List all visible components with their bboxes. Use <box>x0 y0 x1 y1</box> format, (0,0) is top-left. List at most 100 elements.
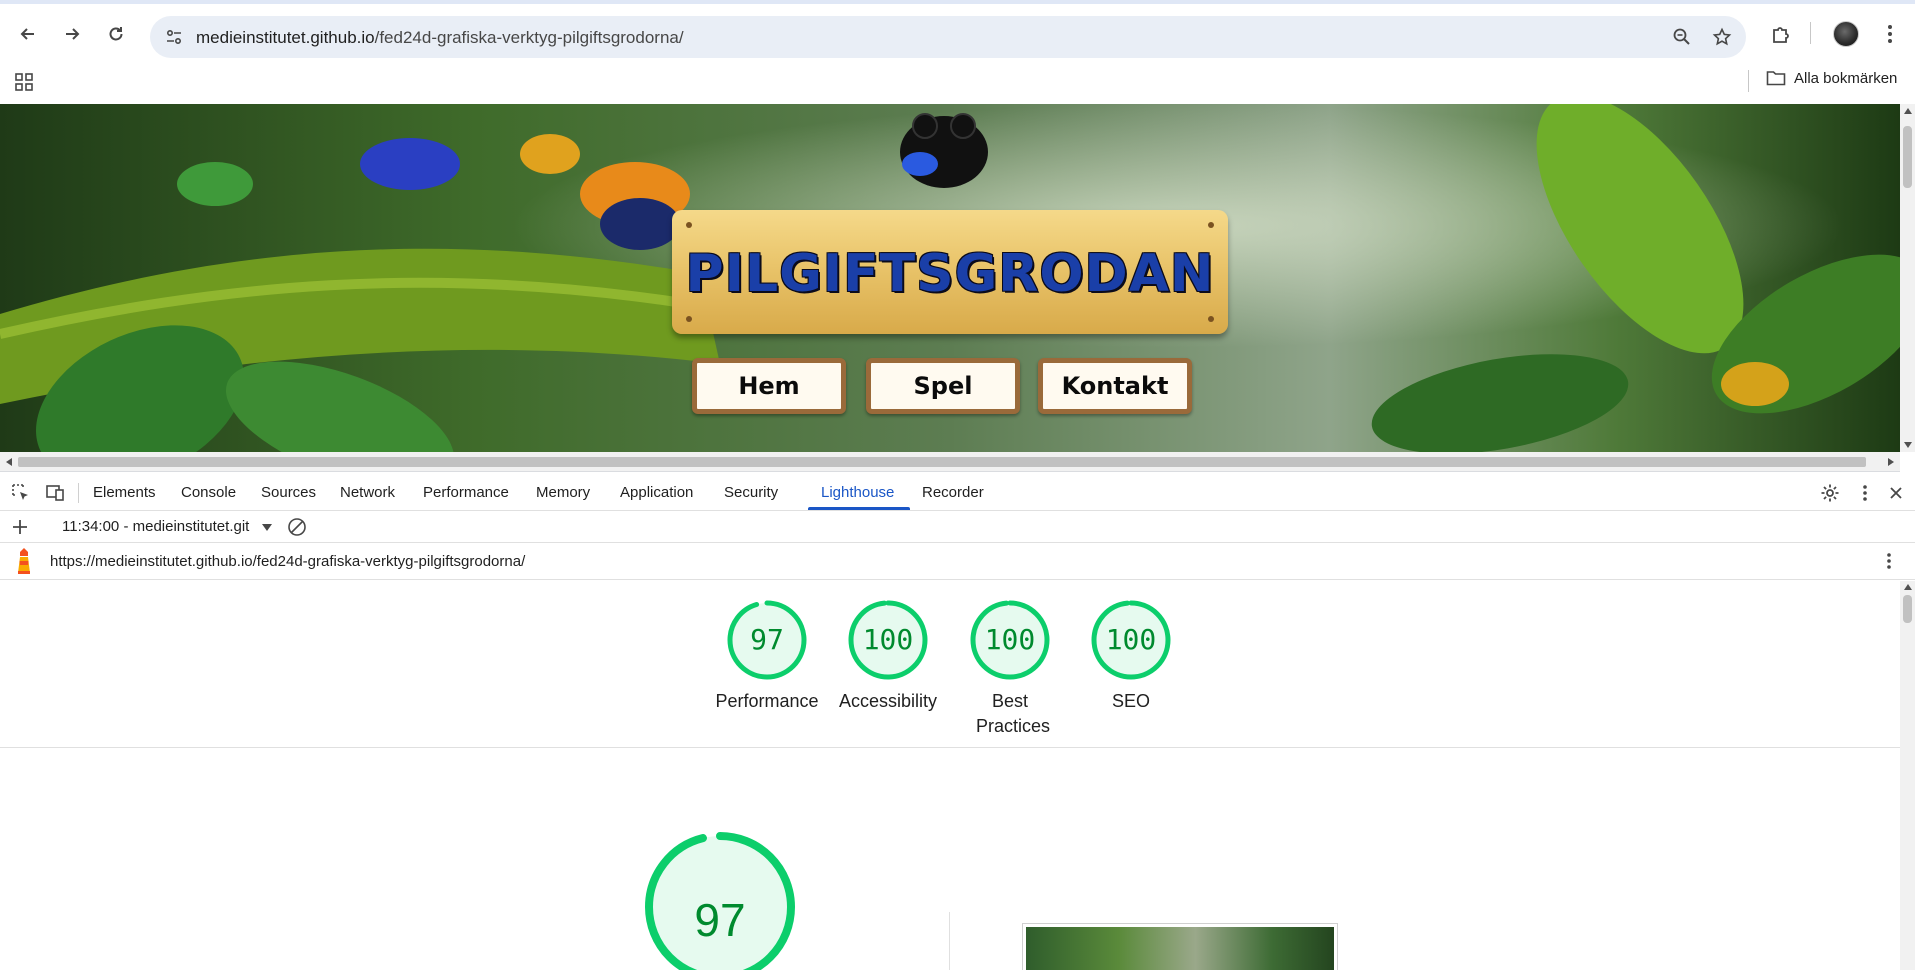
score-gauge-accessibility[interactable]: 100 Accessibility <box>828 581 948 714</box>
device-toolbar-button[interactable] <box>44 482 66 504</box>
report-column-divider <box>949 912 950 970</box>
back-arrow-icon <box>20 28 34 40</box>
scroll-down-arrow-icon[interactable] <box>1904 442 1912 448</box>
tab-recorder[interactable]: Recorder <box>922 484 984 501</box>
nav-link-kontakt[interactable]: Kontakt <box>1038 358 1192 414</box>
scroll-up-arrow-icon[interactable] <box>1904 108 1912 114</box>
extensions-button[interactable] <box>1765 18 1797 50</box>
lighthouse-toolbar: 11:34:00 - medieinstitutet.git <box>0 511 1915 543</box>
report-url: https://medieinstitutet.github.io/fed24d… <box>50 553 526 570</box>
score-label: Accessibility <box>838 691 938 711</box>
url-text: medieinstitutet.github.io/fed24d-grafisk… <box>196 28 684 48</box>
report-menu-button[interactable] <box>1878 550 1900 572</box>
forward-arrow-icon <box>66 28 80 40</box>
more-vertical-icon <box>1887 553 1891 569</box>
star-icon <box>1712 27 1732 46</box>
tab-lighthouse[interactable]: Lighthouse <box>821 484 894 501</box>
final-screenshot-thumbnail[interactable] <box>1022 923 1338 970</box>
zoom-button[interactable] <box>1670 25 1694 49</box>
tab-network[interactable]: Network <box>340 484 395 501</box>
zoom-icon <box>1673 28 1690 45</box>
nav-link-hem[interactable]: Hem <box>692 358 846 414</box>
nail <box>1208 222 1214 228</box>
devtools-close-button[interactable] <box>1885 482 1907 504</box>
bookmark-star-button[interactable] <box>1710 25 1734 49</box>
devtools-toolbar-divider <box>78 483 79 503</box>
score-gauge-best-practices[interactable]: 100 Best Practices <box>950 581 1070 739</box>
bookmarks-bar: Alla bokmärken <box>0 62 1915 104</box>
score-value: 100 <box>984 623 1036 656</box>
score-label: Performance <box>715 691 819 711</box>
device-mobile-icon <box>46 485 64 501</box>
back-button[interactable] <box>12 18 44 50</box>
new-report-button[interactable] <box>9 516 31 538</box>
score-label: Best Practices <box>976 691 1051 736</box>
score-label: SEO <box>1111 691 1150 711</box>
more-vertical-icon <box>1863 485 1867 501</box>
lighthouse-report: 97 Performance 100 Accessibility 100 Bes… <box>0 581 1900 970</box>
scroll-left-arrow-icon[interactable] <box>6 458 12 466</box>
address-bar[interactable]: medieinstitutet.github.io/fed24d-grafisk… <box>150 16 1746 58</box>
devtools-tab-bar: Elements Console Sources Network Perform… <box>0 473 1915 511</box>
site-settings-icon[interactable] <box>164 27 184 47</box>
site-logo-sign: PILGIFTSGRODAN <box>672 210 1228 334</box>
main-score-value: 97 <box>694 894 746 946</box>
tab-application[interactable]: Application <box>620 484 693 501</box>
url-path: /fed24d-grafiska-verktyg-pilgiftsgrodorn… <box>374 28 684 47</box>
report-divider <box>0 747 1900 748</box>
clear-block-icon <box>288 518 306 536</box>
score-value: 100 <box>1105 623 1157 656</box>
avatar <box>1833 21 1859 47</box>
browser-menu-button[interactable] <box>1874 18 1906 50</box>
all-bookmarks-label: Alla bokmärken <box>1794 69 1898 87</box>
performance-main-gauge: 97 <box>644 831 796 970</box>
devtools-menu-button[interactable] <box>1854 482 1876 504</box>
tab-console[interactable]: Console <box>181 484 236 501</box>
close-icon <box>1890 487 1902 499</box>
tab-performance[interactable]: Performance <box>423 484 509 501</box>
score-gauge-seo[interactable]: 100 SEO <box>1071 581 1191 714</box>
tab-memory[interactable]: Memory <box>536 484 590 501</box>
plus-icon <box>13 520 27 534</box>
puzzle-icon <box>1773 27 1789 43</box>
report-selector[interactable]: 11:34:00 - medieinstitutet.git <box>62 518 272 535</box>
dropdown-arrow-icon <box>261 523 272 531</box>
folder-icon <box>1766 71 1786 86</box>
page-horizontal-scroll-thumb[interactable] <box>18 457 1866 467</box>
score-value: 97 <box>750 623 784 656</box>
reload-button[interactable] <box>100 18 132 50</box>
apps-grid-icon <box>15 73 33 91</box>
clear-reports-button[interactable] <box>286 516 308 538</box>
nail <box>686 222 692 228</box>
page-horizontal-scrollbar[interactable] <box>0 452 1900 472</box>
tab-elements[interactable]: Elements <box>93 484 156 501</box>
devtools-settings-button[interactable] <box>1819 482 1841 504</box>
tab-sources[interactable]: Sources <box>261 484 316 501</box>
page-vertical-scrollbar[interactable] <box>1900 104 1915 452</box>
more-vertical-icon <box>1888 25 1892 43</box>
report-selector-label: 11:34:00 - medieinstitutet.git <box>62 518 250 535</box>
active-tab-indicator <box>808 507 910 510</box>
page-vertical-scroll-thumb[interactable] <box>1903 126 1912 188</box>
nav-link-spel[interactable]: Spel <box>866 358 1020 414</box>
url-host: medieinstitutet.github.io <box>196 28 375 47</box>
tab-security[interactable]: Security <box>724 484 778 501</box>
nail <box>1208 316 1214 322</box>
inspect-element-button[interactable] <box>10 482 32 504</box>
apps-button[interactable] <box>14 72 34 97</box>
profile-button[interactable] <box>1830 18 1862 50</box>
score-gauge-performance[interactable]: 97 Performance <box>707 581 827 714</box>
reload-icon <box>109 27 123 41</box>
scroll-up-arrow-icon[interactable] <box>1904 584 1912 590</box>
scroll-right-arrow-icon[interactable] <box>1888 458 1894 466</box>
report-vertical-scrollbar[interactable] <box>1900 581 1915 970</box>
report-scroll-thumb[interactable] <box>1903 595 1912 623</box>
toolbar-divider <box>1810 22 1811 44</box>
lighthouse-logo-icon <box>18 548 30 574</box>
all-bookmarks-button[interactable]: Alla bokmärken <box>1766 69 1897 87</box>
forward-button[interactable] <box>56 18 88 50</box>
browser-toolbar: medieinstitutet.github.io/fed24d-grafisk… <box>0 4 1915 62</box>
gear-icon <box>1821 484 1839 502</box>
site-title: PILGIFTSGRODAN <box>685 244 1215 304</box>
screenshot-image <box>1026 927 1334 970</box>
